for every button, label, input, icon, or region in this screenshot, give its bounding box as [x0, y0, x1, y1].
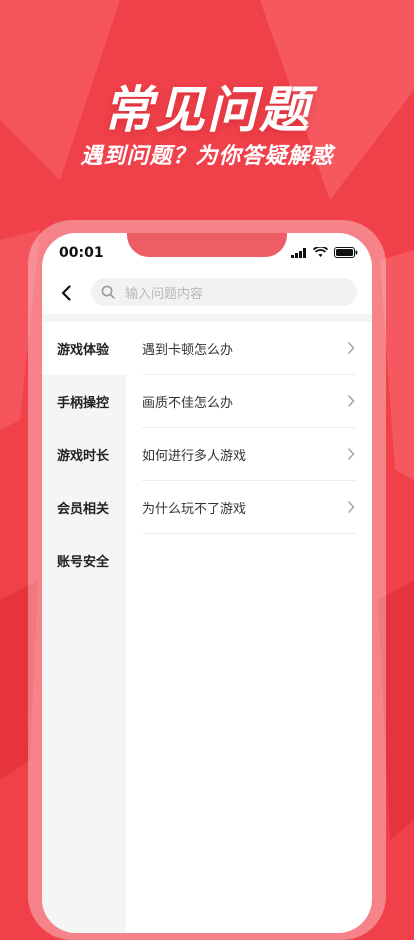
signal-icon [291, 247, 306, 258]
search-icon [101, 285, 115, 299]
status-icons [291, 247, 358, 258]
faq-item-quality[interactable]: 画质不佳怎么办 [142, 375, 356, 428]
chevron-right-icon [346, 341, 356, 355]
sidebar-item-play-time[interactable]: 游戏时长 [42, 428, 126, 481]
faq-list: 遇到卡顿怎么办 画质不佳怎么办 如何进行多人游戏 为什么玩不了游戏 [126, 322, 372, 534]
search-placeholder: 输入问题内容 [125, 286, 204, 302]
sidebar-item-membership[interactable]: 会员相关 [42, 481, 126, 534]
faq-question: 为什么玩不了游戏 [142, 501, 247, 517]
back-arrow-icon [61, 285, 71, 301]
hero-subtitle: 遇到问题？为你答疑解惑 [80, 144, 334, 169]
battery-icon [334, 247, 358, 258]
back-button[interactable] [52, 279, 80, 307]
phone-notch [127, 233, 287, 257]
sidebar-item-controller[interactable]: 手柄操控 [42, 375, 126, 428]
faq-question: 遇到卡顿怎么办 [142, 342, 234, 358]
sidebar-item-account-security[interactable]: 账号安全 [42, 534, 126, 587]
faq-item-cannot-play[interactable]: 为什么玩不了游戏 [142, 481, 356, 534]
category-sidebar: 游戏体验 手柄操控 游戏时长 会员相关 账号安全 [42, 322, 126, 933]
search-input[interactable]: 输入问题内容 [91, 278, 357, 306]
chevron-right-icon [346, 394, 356, 408]
faq-question: 如何进行多人游戏 [142, 448, 247, 464]
faq-item-multiplayer[interactable]: 如何进行多人游戏 [142, 428, 356, 481]
chevron-right-icon [346, 447, 356, 461]
chevron-right-icon [346, 500, 356, 514]
faq-question: 画质不佳怎么办 [142, 395, 234, 411]
status-time: 00:01 [59, 245, 104, 261]
hero-title: 常见问题 [103, 81, 311, 139]
nav-bar: 输入问题内容 [42, 273, 372, 313]
header-divider [42, 314, 372, 322]
wifi-icon [313, 247, 328, 257]
phone-screen: 00:01 输入问题内容 游戏体验 手柄操控 游戏时长 会员相关 账号安全 遇到… [42, 233, 372, 933]
sidebar-item-game-experience[interactable]: 游戏体验 [42, 322, 126, 375]
faq-item-lag[interactable]: 遇到卡顿怎么办 [142, 322, 356, 375]
